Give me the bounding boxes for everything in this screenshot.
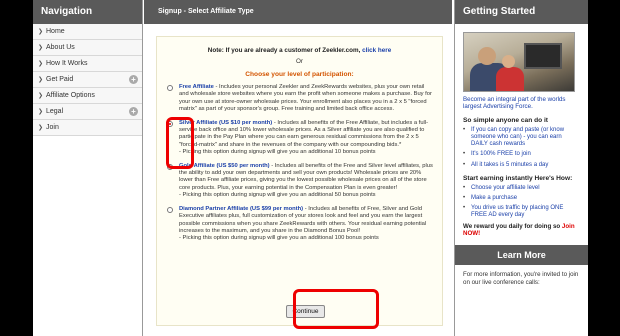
chevron-right-icon: ❯ [38, 29, 44, 35]
sidebar-item-home[interactable]: ❯ Home [33, 24, 142, 40]
sidebar-item-how-it-works[interactable]: ❯ How It Works [33, 56, 142, 72]
option-silver-affiliate: Silver Affiliate (US $10 per month) - In… [165, 120, 434, 157]
option-name: Free Affiliate [179, 84, 214, 90]
sidebar-item-label: About Us [46, 44, 75, 51]
option-free-affiliate: Free Affiliate - Includes your personal … [165, 84, 434, 114]
list-item: If you can copy and paste (or know someo… [463, 127, 580, 149]
option-description: - Includes your personal Zeekler and Zee… [179, 84, 432, 113]
sidebar-item-label: Join [46, 124, 59, 131]
chevron-right-icon: ❯ [38, 77, 44, 83]
plus-circle-icon[interactable]: + [129, 107, 138, 116]
signup-title: Signup - Select Affiliate Type [144, 0, 452, 24]
option-diamond-affiliate: Diamond Partner Affiliate (US $99 per mo… [165, 206, 434, 243]
man-head-shape [478, 47, 496, 65]
customer-note: Note: If you are already a customer of Z… [165, 47, 434, 54]
getting-started-panel: Getting Started Become an integral part … [454, 0, 588, 336]
option-name: Gold Affiliate (US $50 per month) [179, 162, 270, 169]
or-separator: Or [296, 58, 303, 65]
signup-panel: Signup - Select Affiliate Type Note: If … [144, 0, 452, 336]
family-computer-photo [463, 32, 575, 92]
choose-level-heading: Choose your level of participation: [245, 71, 354, 78]
affiliate-type-card: Note: If you are already a customer of Z… [156, 36, 443, 326]
sidebar-item-join[interactable]: ❯ Join [33, 120, 142, 136]
option-name: Silver Affiliate (US $10 per month) [179, 119, 273, 126]
monitor-shape [524, 43, 562, 69]
list-item: Make a purchase [463, 195, 580, 202]
sidebar-item-affiliate-options[interactable]: ❯ Affiliate Options [33, 88, 142, 104]
simple-heading: So simple anyone can do it [463, 116, 549, 124]
sidebar-title: Navigation [33, 0, 142, 24]
chevron-right-icon: ❯ [38, 45, 44, 51]
getting-started-title: Getting Started [455, 0, 588, 24]
option-name: Diamond Partner Affiliate (US $99 per mo… [179, 205, 304, 212]
chevron-right-icon: ❯ [38, 109, 44, 115]
reward-text: We reward you daily for doing so Join NO… [455, 223, 588, 238]
list-item: You drive us traffic by placing ONE FREE… [463, 205, 580, 219]
sidebar-item-about-us[interactable]: ❯ About Us [33, 40, 142, 56]
earn-list: Choose your affiliate level Make a purch… [455, 185, 588, 220]
continue-button[interactable]: Continue [286, 305, 325, 318]
customer-note-text: Note: If you are already a customer of Z… [207, 47, 361, 54]
reward-label: We reward you daily for doing so [463, 222, 561, 230]
sidebar-item-get-paid[interactable]: ❯ Get Paid + [33, 72, 142, 88]
radio-free-affiliate[interactable] [167, 85, 173, 91]
plus-circle-icon[interactable]: + [129, 75, 138, 84]
radio-gold-affiliate[interactable] [167, 163, 173, 170]
radio-diamond-affiliate[interactable] [167, 206, 173, 213]
option-gold-affiliate: Gold Affiliate (US $50 per month) - Incl… [165, 163, 434, 200]
list-item: It's 100% FREE to join [463, 151, 580, 158]
sidebar-item-legal[interactable]: ❯ Legal + [33, 104, 142, 120]
navigation-sidebar: Navigation ❯ Home ❯ About Us ❯ How It Works… [33, 0, 143, 336]
sidebar-item-label: How It Works [46, 60, 88, 67]
radio-silver-affiliate[interactable] [167, 120, 173, 127]
page-frame: Navigation ❯ Home ❯ About Us ❯ How It Works… [33, 0, 588, 336]
click-here-link[interactable]: click here [362, 47, 391, 54]
sidebar-item-label: Get Paid [46, 76, 74, 83]
option-bonus: - Picking this option during signup will… [179, 192, 376, 199]
learn-more-header: Learn More [455, 245, 588, 266]
sidebar-item-label: Legal [46, 108, 64, 115]
child-head-shape [502, 55, 515, 68]
earn-heading: Start earning instantly Here's How: [463, 174, 573, 182]
chevron-right-icon: ❯ [38, 61, 44, 67]
sidebar-item-label: Home [46, 28, 65, 35]
option-bonus: - Picking this option during signup will… [179, 235, 379, 242]
conference-info-text: For more information, you're invited to … [463, 271, 579, 286]
child-shape [496, 67, 524, 91]
simple-list: If you can copy and paste (or know someo… [455, 127, 588, 169]
intro-text: Become an integral part of the worlds la… [463, 96, 566, 111]
chevron-right-icon: ❯ [38, 125, 44, 131]
list-item: All it takes is 5 minutes a day [463, 162, 580, 169]
chevron-right-icon: ❯ [38, 93, 44, 99]
list-item: Choose your affiliate level [463, 185, 580, 192]
sidebar-item-label: Affiliate Options [46, 92, 95, 99]
option-bonus: - Picking this option during signup will… [179, 149, 376, 156]
